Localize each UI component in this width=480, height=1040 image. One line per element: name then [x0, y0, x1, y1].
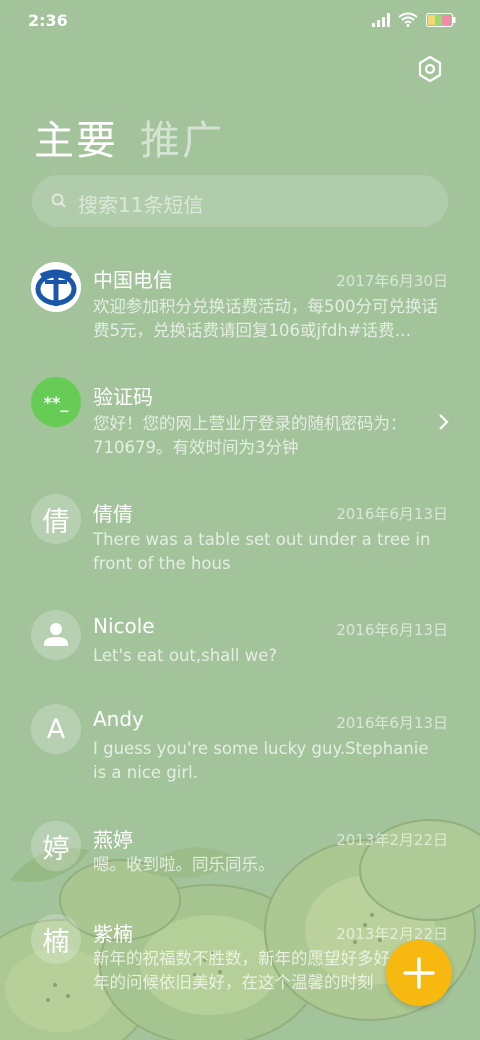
message-item-china-telecom[interactable]: 中国电信 2017年6月30日 欢迎参加积分兑换话费活动，每500分可兑换话费5…: [0, 258, 480, 358]
person-icon: [44, 623, 68, 646]
search-input[interactable]: 搜索11条短信: [32, 175, 448, 227]
tab-primary[interactable]: 主要: [34, 108, 118, 166]
search-icon: [51, 193, 66, 208]
battery-icon: [426, 12, 456, 27]
message-preview: Let's eat out,shall we?: [93, 646, 278, 665]
message-item-andy[interactable]: A Andy 2016年6月13日 I guess you're some lu…: [0, 703, 480, 793]
message-date: 2016年6月13日: [336, 714, 448, 732]
wifi-icon: [398, 12, 418, 27]
sender-name: 紫楠: [93, 922, 133, 946]
sender-name: 中国电信: [93, 268, 173, 292]
new-message-button[interactable]: [386, 940, 452, 1006]
message-date: 2017年6月30日: [336, 272, 448, 290]
message-preview: 欢迎参加积分兑换话费活动，每500分可兑换话费5元，兑换话费请回复106或jfd…: [93, 297, 438, 340]
message-date: 2013年2月22日: [336, 831, 448, 849]
plus-icon: [403, 957, 435, 989]
avatar: A: [31, 704, 81, 754]
avatar-text: **_: [43, 392, 69, 412]
signal-icon: [372, 12, 390, 27]
tab-promotions[interactable]: 推广: [140, 108, 224, 166]
message-item-yanting[interactable]: 婷 燕婷 2013年2月22日 嗯。收到啦。同乐同乐。: [0, 820, 480, 890]
person-avatar: [31, 610, 81, 660]
message-preview: 嗯。收到啦。同乐同乐。: [93, 855, 275, 874]
china-telecom-avatar: [31, 262, 81, 312]
avatar: 倩: [31, 494, 81, 544]
chevron-right-icon[interactable]: [436, 412, 452, 432]
sender-name: 燕婷: [93, 828, 133, 852]
settings-icon[interactable]: [416, 55, 444, 83]
china-telecom-logo: [31, 262, 81, 312]
status-bar: 2:36: [0, 0, 480, 40]
sender-name: 倩倩: [93, 502, 133, 526]
category-tabs: 主要 推广: [34, 108, 224, 166]
message-date: 2016年6月13日: [336, 621, 448, 639]
message-preview: I guess you're some lucky guy.Stephanie …: [93, 739, 429, 782]
avatar: 婷: [31, 821, 81, 871]
verification-avatar: **_: [31, 377, 81, 427]
message-item-nicole[interactable]: Nicole 2016年6月13日 Let's eat out,shall we…: [0, 610, 480, 680]
sender-name: 验证码: [93, 385, 153, 409]
sender-name: Andy: [93, 707, 144, 731]
message-date: 2016年6月13日: [336, 505, 448, 523]
search-placeholder: 搜索11条短信: [78, 193, 204, 217]
status-time: 2:36: [28, 11, 68, 30]
avatar: 楠: [31, 914, 81, 964]
message-preview: There was a table set out under a tree i…: [93, 530, 431, 573]
message-item-qianqian[interactable]: 倩 倩倩 2016年6月13日 There was a table set ou…: [0, 494, 480, 584]
status-icons: [372, 12, 456, 27]
message-preview: 您好！您的网上营业厅登录的随机密码为：710679。有效时间为3分钟: [93, 414, 407, 457]
sender-name: Nicole: [93, 614, 155, 638]
message-item-verification-code[interactable]: **_ 验证码 您好！您的网上营业厅登录的随机密码为：710679。有效时间为3…: [0, 376, 480, 476]
